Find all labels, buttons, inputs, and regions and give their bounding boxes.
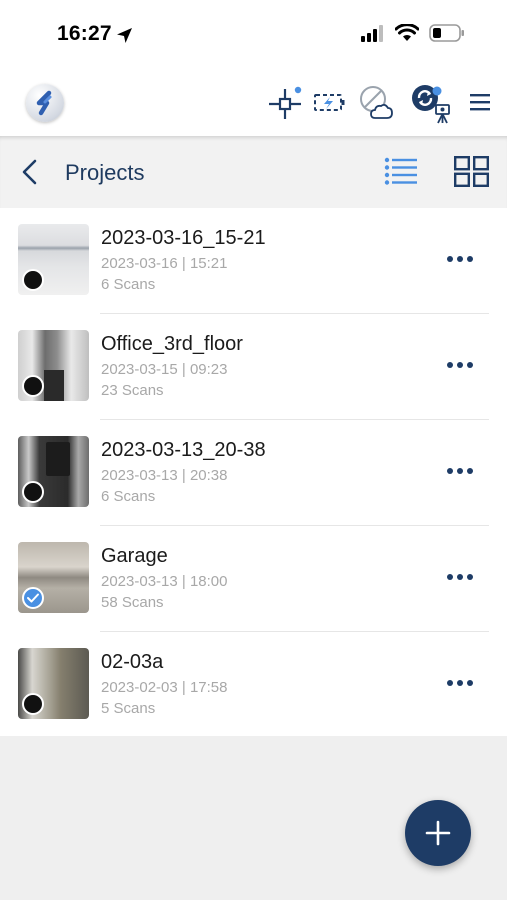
more-options-icon[interactable] — [446, 678, 474, 688]
grid-view-icon[interactable] — [454, 156, 489, 187]
project-row[interactable]: Office_3rd_floor 2023-03-15 | 09:23 23 S… — [0, 314, 507, 420]
status-dot — [22, 375, 44, 397]
app-logo[interactable] — [26, 84, 64, 122]
list-view-icon[interactable] — [384, 156, 418, 186]
more-options-icon[interactable] — [446, 254, 474, 264]
menu-icon[interactable] — [470, 93, 490, 111]
project-thumbnail — [18, 542, 89, 613]
crosshair-icon[interactable] — [266, 86, 304, 122]
cloud-off-icon[interactable] — [358, 84, 394, 122]
more-options-icon[interactable] — [446, 466, 474, 476]
app-logo-icon — [36, 90, 52, 116]
projects-toolbar: Projects — [0, 136, 507, 208]
project-thumbnail — [18, 648, 89, 719]
status-bar: 16:27 — [0, 0, 507, 70]
project-name: 02-03a — [101, 651, 164, 673]
project-scan-count: 23 Scans — [101, 382, 164, 399]
project-thumbnail — [18, 330, 89, 401]
plus-icon — [425, 820, 451, 846]
project-scan-count: 6 Scans — [101, 488, 156, 505]
project-row[interactable]: 2023-03-13_20-38 2023-03-13 | 20:38 6 Sc… — [0, 420, 507, 526]
project-datetime: 2023-02-03 | 17:58 — [101, 679, 228, 696]
project-list: 2023-03-16_15-21 2023-03-16 | 15:21 6 Sc… — [0, 208, 507, 736]
sync-scanner-icon[interactable] — [410, 83, 454, 125]
project-name: Garage — [101, 545, 168, 567]
battery-icon — [429, 24, 464, 42]
project-row[interactable]: 2023-03-16_15-21 2023-03-16 | 15:21 6 Sc… — [0, 208, 507, 314]
project-datetime: 2023-03-16 | 15:21 — [101, 255, 228, 272]
project-thumbnail — [18, 224, 89, 295]
page-title: Projects — [65, 160, 145, 185]
project-name: 2023-03-16_15-21 — [101, 227, 266, 249]
project-row[interactable]: 02-03a 2023-02-03 | 17:58 5 Scans — [0, 632, 507, 738]
add-project-button[interactable] — [405, 800, 471, 866]
project-scan-count: 6 Scans — [101, 276, 156, 293]
project-name: 2023-03-13_20-38 — [101, 439, 266, 461]
wifi-icon — [395, 24, 419, 41]
more-options-icon[interactable] — [446, 360, 474, 370]
selected-check-icon — [22, 587, 44, 609]
status-dot — [22, 693, 44, 715]
location-arrow-icon — [117, 28, 132, 43]
project-scan-count: 5 Scans — [101, 700, 156, 717]
battery-charging-icon — [314, 94, 345, 111]
project-datetime: 2023-03-13 | 18:00 — [101, 573, 228, 590]
project-datetime: 2023-03-13 | 20:38 — [101, 467, 228, 484]
back-chevron-icon[interactable] — [18, 158, 42, 186]
more-options-icon[interactable] — [446, 572, 474, 582]
project-row[interactable]: Garage 2023-03-13 | 18:00 58 Scans — [0, 526, 507, 632]
status-time: 16:27 — [57, 22, 112, 45]
app-header — [0, 70, 507, 136]
project-name: Office_3rd_floor — [101, 333, 243, 355]
cellular-signal-icon — [361, 24, 383, 42]
status-dot — [22, 269, 44, 291]
project-datetime: 2023-03-15 | 09:23 — [101, 361, 228, 378]
project-scan-count: 58 Scans — [101, 594, 164, 611]
status-dot — [22, 481, 44, 503]
project-thumbnail — [18, 436, 89, 507]
